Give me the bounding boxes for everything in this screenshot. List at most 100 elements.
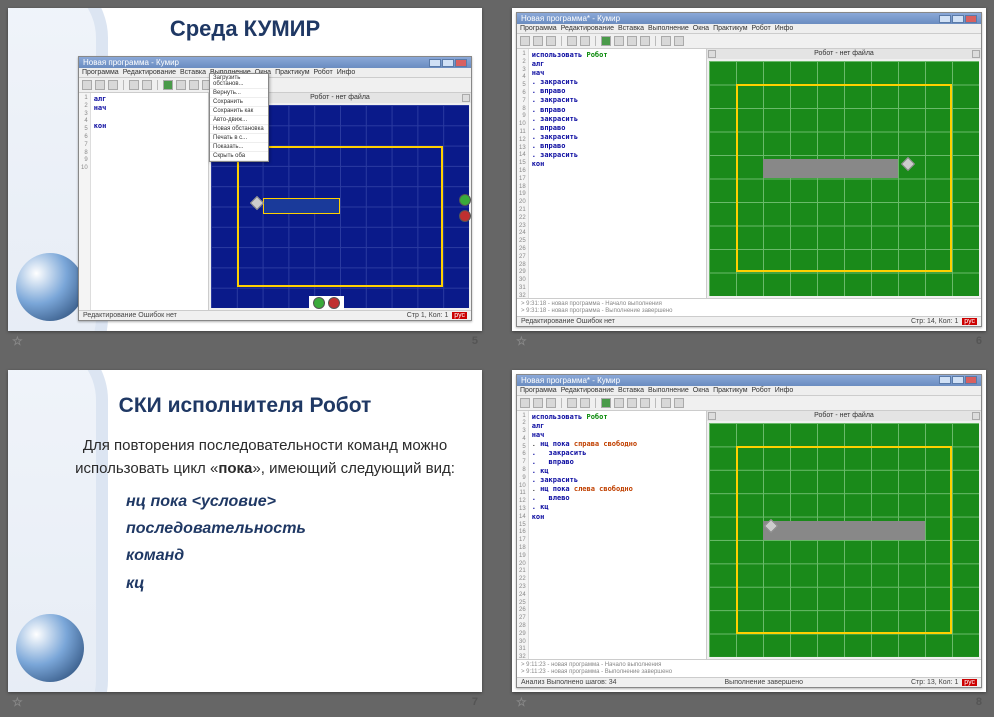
separator <box>123 80 124 90</box>
robot-grid[interactable] <box>709 61 979 296</box>
toolbar-button[interactable] <box>614 36 624 46</box>
dropdown-item[interactable]: Сохранить как <box>210 107 268 116</box>
star-icon[interactable]: ☆ <box>12 334 23 348</box>
dropdown-item[interactable]: Скрыть оба <box>210 152 268 161</box>
app-body: 1 2 3 4 5 6 7 8 9 10 алг нач кон Робот -… <box>79 93 471 310</box>
toolbar-button[interactable] <box>627 36 637 46</box>
menu-item[interactable]: Окна <box>693 387 709 394</box>
menu-item[interactable]: Программа <box>82 69 119 76</box>
run-button[interactable] <box>601 36 611 46</box>
control-red[interactable] <box>328 297 340 309</box>
star-icon[interactable]: ☆ <box>12 695 23 709</box>
run-button[interactable] <box>163 80 173 90</box>
toolbar-button[interactable] <box>627 398 637 408</box>
toolbar-button[interactable] <box>674 398 684 408</box>
dropdown-item[interactable]: Авто-движ... <box>210 116 268 125</box>
close-button[interactable] <box>965 15 977 23</box>
log-line: > 9:31:18 - новая программа - Начало вып… <box>521 301 977 308</box>
toolbar-button[interactable] <box>82 80 92 90</box>
toolbar <box>517 34 981 49</box>
code-pane[interactable]: 1 2 3 4 5 6 7 8 9 10 11 12 13 14 15 16 1… <box>517 49 707 298</box>
dropdown-item[interactable]: Сохранить <box>210 98 268 107</box>
menu-item[interactable]: Программа <box>520 387 557 394</box>
menu-item[interactable]: Практикум <box>713 387 747 394</box>
log-line: > 9:11:23 - новая программа - Выполнение… <box>521 669 977 676</box>
minimize-button[interactable] <box>939 376 951 384</box>
dropdown-item[interactable]: Печать в с... <box>210 134 268 143</box>
toolbar-button[interactable] <box>95 80 105 90</box>
toolbar-button[interactable] <box>567 398 577 408</box>
menu-item[interactable]: Выполнение <box>648 25 689 32</box>
lang-badge: рус <box>962 679 977 686</box>
menu-item[interactable]: Редактирование <box>561 387 614 394</box>
close-button[interactable] <box>455 59 467 67</box>
robot-dock-button[interactable] <box>708 412 716 420</box>
toolbar-button[interactable] <box>546 398 556 408</box>
menu-item[interactable]: Редактирование <box>561 25 614 32</box>
toolbar-button[interactable] <box>546 36 556 46</box>
menu-item[interactable]: Инфо <box>775 25 794 32</box>
robot-close-button[interactable] <box>972 412 980 420</box>
menu-item[interactable]: Выполнение <box>648 387 689 394</box>
maximize-button[interactable] <box>952 15 964 23</box>
toolbar-button[interactable] <box>674 36 684 46</box>
robot-close-button[interactable] <box>462 94 470 102</box>
dropdown-item[interactable]: Загрузить обстанов... <box>210 74 268 89</box>
dropdown-item[interactable]: Показать... <box>210 143 268 152</box>
menu-item[interactable]: Вставка <box>180 69 206 76</box>
wall <box>736 84 952 272</box>
toolbar-button[interactable] <box>520 398 530 408</box>
menu-item[interactable]: Практикум <box>275 69 309 76</box>
control-green[interactable] <box>459 194 471 206</box>
toolbar-button[interactable] <box>533 398 543 408</box>
toolbar-button[interactable] <box>533 36 543 46</box>
menu-item[interactable]: Вставка <box>618 387 644 394</box>
slide-footer: ☆ 5 <box>8 331 482 348</box>
toolbar-button[interactable] <box>567 36 577 46</box>
dropdown-item[interactable]: Вернуть... <box>210 89 268 98</box>
toolbar-button[interactable] <box>661 36 671 46</box>
toolbar-button[interactable] <box>661 398 671 408</box>
dropdown-item[interactable]: Новая обстановка <box>210 125 268 134</box>
status-right: Стр 1, Кол: 1 <box>407 312 449 319</box>
toolbar-button[interactable] <box>142 80 152 90</box>
code-pane[interactable]: 1 2 3 4 5 6 7 8 9 10 11 12 13 14 15 16 1… <box>517 411 707 660</box>
menu-item[interactable]: Робот <box>752 25 771 32</box>
menu-item[interactable]: Программа <box>520 25 557 32</box>
toolbar-button[interactable] <box>640 36 650 46</box>
toolbar-button[interactable] <box>640 398 650 408</box>
close-button[interactable] <box>965 376 977 384</box>
menu-item[interactable]: Инфо <box>775 387 794 394</box>
robot-grid[interactable] <box>709 423 979 658</box>
toolbar-button[interactable] <box>176 80 186 90</box>
toolbar-button[interactable] <box>520 36 530 46</box>
menu-item[interactable]: Инфо <box>337 69 356 76</box>
toolbar-button[interactable] <box>580 36 590 46</box>
toolbar-button[interactable] <box>614 398 624 408</box>
control-red[interactable] <box>459 210 471 222</box>
robot-close-button[interactable] <box>972 50 980 58</box>
menu-item[interactable]: Вставка <box>618 25 644 32</box>
toolbar-button[interactable] <box>580 398 590 408</box>
lang-badge: рус <box>962 318 977 325</box>
maximize-button[interactable] <box>952 376 964 384</box>
star-icon[interactable]: ☆ <box>516 695 527 709</box>
menu-item[interactable]: Редактирование <box>123 69 176 76</box>
toolbar-button[interactable] <box>108 80 118 90</box>
minimize-button[interactable] <box>429 59 441 67</box>
minimize-button[interactable] <box>939 15 951 23</box>
slide-5-wrap: Среда КУМИР Новая программа - Кумир Прог… <box>8 8 482 348</box>
menu-item[interactable]: Окна <box>693 25 709 32</box>
maximize-button[interactable] <box>442 59 454 67</box>
control-green[interactable] <box>313 297 325 309</box>
run-button[interactable] <box>601 398 611 408</box>
star-icon[interactable]: ☆ <box>516 334 527 348</box>
menu-item[interactable]: Робот <box>752 387 771 394</box>
menu-item[interactable]: Практикум <box>713 25 747 32</box>
toolbar-button[interactable] <box>129 80 139 90</box>
code-pane[interactable]: 1 2 3 4 5 6 7 8 9 10 алг нач кон <box>79 93 209 310</box>
log-pane: > 9:31:18 - новая программа - Начало вып… <box>517 298 981 316</box>
robot-dock-button[interactable] <box>708 50 716 58</box>
menu-item[interactable]: Робот <box>314 69 333 76</box>
toolbar-button[interactable] <box>189 80 199 90</box>
